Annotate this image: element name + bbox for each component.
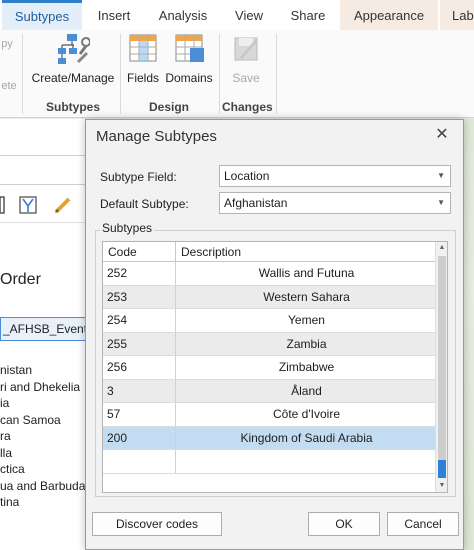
list-item: lla (0, 445, 13, 460)
domains-label: Domains (165, 71, 213, 85)
map-view[interactable] (464, 119, 474, 550)
group-label-changes: Changes (222, 100, 273, 114)
tab-subtypes[interactable]: Subtypes (2, 0, 82, 30)
cell-code[interactable]: 256 (103, 356, 176, 379)
table-scrollbar[interactable]: ▲ ▼ (435, 242, 447, 492)
subtype-field-value: Location (224, 169, 270, 183)
cell-code[interactable]: 57 (103, 403, 176, 426)
table-row[interactable]: 57 Côte d'Ivoire (103, 403, 437, 427)
tab-view[interactable]: View (224, 0, 274, 30)
scroll-down-icon[interactable]: ▼ (436, 480, 447, 492)
scrollbar-thumb[interactable] (438, 256, 446, 460)
delete-button[interactable]: ete (0, 80, 18, 92)
scrollbar-position-marker (438, 460, 446, 478)
default-subtype-dropdown[interactable]: Afghanistan ▼ (219, 192, 451, 214)
pencil-icon[interactable] (52, 194, 74, 216)
cell-description[interactable]: Åland (176, 380, 437, 403)
contents-pane: Order _AFHSB_Events_ nistan ri and Dheke… (0, 119, 90, 550)
list-item: tina (0, 495, 20, 509)
cell-code[interactable]: 252 (103, 262, 176, 285)
list-item: ua and Barbuda (0, 478, 86, 493)
save-icon (234, 37, 259, 61)
layer-value-list: nistan ri and Dhekelia ia can Samoa ra l… (0, 363, 90, 512)
cell-code[interactable]: 255 (103, 332, 176, 355)
tab-share[interactable]: Share (280, 0, 336, 30)
chevron-down-icon: ▼ (437, 198, 445, 207)
tab-appearance[interactable]: Appearance (340, 0, 438, 30)
tab-labeling[interactable]: Lab (440, 0, 474, 30)
cell-description[interactable]: Western Sahara (176, 286, 437, 309)
subtypes-group-label: Subtypes (100, 221, 155, 235)
ok-button[interactable]: OK (308, 512, 380, 536)
domains-button[interactable]: Domains (164, 32, 214, 85)
list-item: ra (0, 429, 11, 443)
cell-code[interactable]: 253 (103, 285, 176, 308)
subtype-field-label: Subtype Field: (100, 170, 177, 184)
table-row[interactable]: 253 Western Sahara (103, 285, 437, 309)
cell-description[interactable]: Wallis and Futuna (176, 262, 437, 285)
cell-description[interactable]: Zimbabwe (176, 356, 437, 379)
fields-icon (129, 34, 157, 62)
ribbon-body: py ete Create/Manage Subtypes Fields Dom… (0, 30, 474, 118)
list-item: ri and Dhekelia (0, 379, 81, 394)
cell-description[interactable]: Zambia (176, 333, 437, 356)
cell-code[interactable]: 3 (103, 379, 176, 402)
subtypes-table: Code Description 252 Wallis and Futuna 2… (102, 241, 448, 493)
cell-code[interactable]: 254 (103, 309, 176, 332)
fields-button[interactable]: Fields (124, 32, 162, 85)
tab-analysis[interactable]: Analysis (148, 0, 218, 30)
table-row-selected[interactable]: 200 Kingdom of Saudi Arabia (103, 426, 437, 450)
ribbon-tab-bar: Subtypes Insert Analysis View Share Appe… (0, 0, 474, 30)
table-row[interactable]: 255 Zambia (103, 332, 437, 356)
table-row[interactable]: 252 Wallis and Futuna (103, 262, 437, 286)
column-header-code[interactable]: Code (103, 242, 176, 262)
group-label-subtypes: Subtypes (45, 100, 100, 114)
group-label-design: Design (148, 100, 189, 114)
create-manage-button[interactable]: Create/Manage (30, 32, 116, 85)
contents-toolbar (0, 189, 90, 223)
save-button[interactable]: Save (224, 32, 268, 85)
copy-button[interactable]: py (0, 38, 14, 50)
list-item: nistan (0, 363, 33, 377)
cell-code[interactable]: 200 (103, 426, 176, 449)
selection-icon[interactable] (18, 195, 38, 215)
default-subtype-label: Default Subtype: (100, 197, 189, 211)
column-header-description[interactable]: Description (176, 242, 437, 262)
discover-codes-button[interactable]: Discover codes (92, 512, 222, 536)
list-item: ctica (0, 462, 25, 476)
scroll-up-icon[interactable]: ▲ (436, 242, 447, 254)
list-item: ia (0, 396, 10, 410)
contents-search-box[interactable] (0, 155, 90, 185)
cell-description[interactable]: Kingdom of Saudi Arabia (176, 427, 437, 450)
create-manage-label: Create/Manage (31, 71, 115, 85)
cell-description[interactable]: Yemen (176, 309, 437, 332)
subtype-field-dropdown[interactable]: Location ▼ (219, 165, 451, 187)
cell-description[interactable] (176, 450, 437, 473)
drawing-order-icon[interactable] (0, 195, 6, 215)
table-header: Code Description (103, 242, 437, 262)
cell-description[interactable]: Côte d'Ivoire (176, 403, 437, 426)
save-label: Save (232, 71, 260, 85)
order-heading: Order (0, 271, 41, 288)
manage-subtypes-dialog: Manage Subtypes ✕ Subtype Field: Locatio… (85, 119, 464, 550)
table-row[interactable]: 256 Zimbabwe (103, 356, 437, 380)
tab-insert[interactable]: Insert (84, 0, 144, 30)
table-row-new[interactable] (103, 450, 437, 474)
create-manage-icon (58, 34, 90, 64)
chevron-down-icon: ▼ (437, 171, 445, 180)
default-subtype-value: Afghanistan (224, 196, 288, 210)
table-row[interactable]: 3 Åland (103, 379, 437, 403)
dialog-title: Manage Subtypes (96, 128, 217, 145)
fields-label: Fields (126, 71, 159, 85)
layer-item-afhsb-events[interactable]: _AFHSB_Events_ (0, 317, 86, 341)
cell-code[interactable] (103, 450, 176, 473)
domains-icon (175, 34, 204, 62)
cancel-button[interactable]: Cancel (387, 512, 459, 536)
close-icon[interactable]: ✕ (433, 126, 451, 144)
list-item: can Samoa (0, 412, 61, 427)
table-row[interactable]: 254 Yemen (103, 309, 437, 333)
